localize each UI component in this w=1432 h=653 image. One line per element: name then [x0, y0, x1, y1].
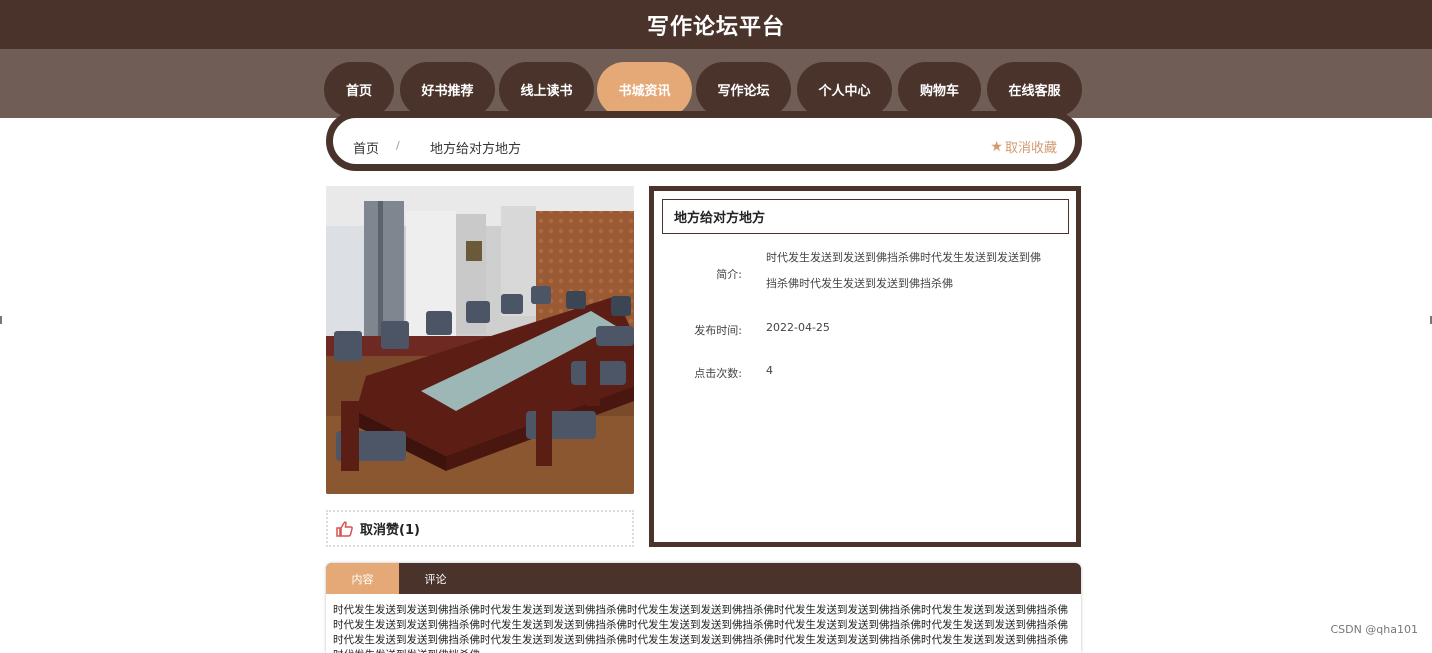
article-content: 时代发生发送到发送到佛挡杀佛时代发生发送到发送到佛挡杀佛时代发生发送到发送到佛挡… — [326, 594, 1081, 653]
nav-item-personal-center[interactable]: 个人中心 — [797, 62, 892, 117]
breadcrumb-current: 地方给对方地方 — [430, 142, 522, 157]
breadcrumb-home[interactable]: 首页 — [353, 138, 379, 157]
nav-item-online-service[interactable]: 在线客服 — [987, 62, 1082, 117]
tab-content[interactable]: 内容 — [326, 563, 399, 594]
click-count-value: 4 — [766, 364, 773, 377]
nav-item-book-recommend[interactable]: 好书推荐 — [400, 62, 495, 117]
tab-comments[interactable]: 评论 — [399, 563, 472, 594]
nav-item-writing-forum[interactable]: 写作论坛 — [696, 62, 791, 117]
nav-item-cart[interactable]: 购物车 — [898, 62, 981, 117]
site-title: 写作论坛平台 — [646, 14, 785, 40]
site-header: 写作论坛平台 — [0, 0, 1432, 49]
breadcrumb-separator: / — [396, 139, 400, 152]
unfavorite-label: 取消收藏 — [1004, 141, 1057, 156]
watermark: CSDN @qha101 — [1330, 623, 1418, 636]
publish-time-label: 发布时间: — [694, 324, 742, 337]
star-icon: ★ — [990, 138, 1003, 155]
main-nav: 首页 好书推荐 线上读书 书城资讯 写作论坛 个人中心 购物车 在线客服 — [0, 49, 1432, 118]
tab-bar: 内容 评论 — [326, 563, 1081, 594]
breadcrumb: 首页 / 地方给对方地方 ★ 取消收藏 — [326, 111, 1082, 171]
nav-item-home[interactable]: 首页 — [324, 62, 394, 117]
article-image — [326, 186, 634, 494]
summary-line-2: 挡杀佛时代发生发送到发送到佛挡杀佛 — [766, 277, 953, 290]
article-info-panel: 地方给对方地方 简介: 时代发生发送到发送到佛挡杀佛时代发生发送到发送到佛 挡杀… — [649, 186, 1081, 547]
unfavorite-button[interactable]: ★ 取消收藏 — [990, 137, 1057, 157]
thumbs-up-icon — [336, 520, 353, 537]
publish-time-value: 2022-04-25 — [766, 321, 830, 334]
nav-item-bookstore-news[interactable]: 书城资讯 — [597, 62, 692, 117]
nav-item-online-reading[interactable]: 线上读书 — [499, 62, 594, 117]
click-count-label: 点击次数: — [694, 367, 742, 380]
summary-line-1: 时代发生发送到发送到佛挡杀佛时代发生发送到发送到佛 — [766, 251, 1041, 264]
unlike-button[interactable]: 取消赞(1) — [326, 510, 634, 547]
article-title: 地方给对方地方 — [662, 199, 1069, 234]
summary-label: 简介: — [716, 268, 742, 281]
left-edge-marker — [0, 316, 2, 324]
unlike-label: 取消赞(1) — [360, 523, 420, 538]
content-tab-panel: 内容 评论 时代发生发送到发送到佛挡杀佛时代发生发送到发送到佛挡杀佛时代发生发送… — [326, 563, 1081, 653]
